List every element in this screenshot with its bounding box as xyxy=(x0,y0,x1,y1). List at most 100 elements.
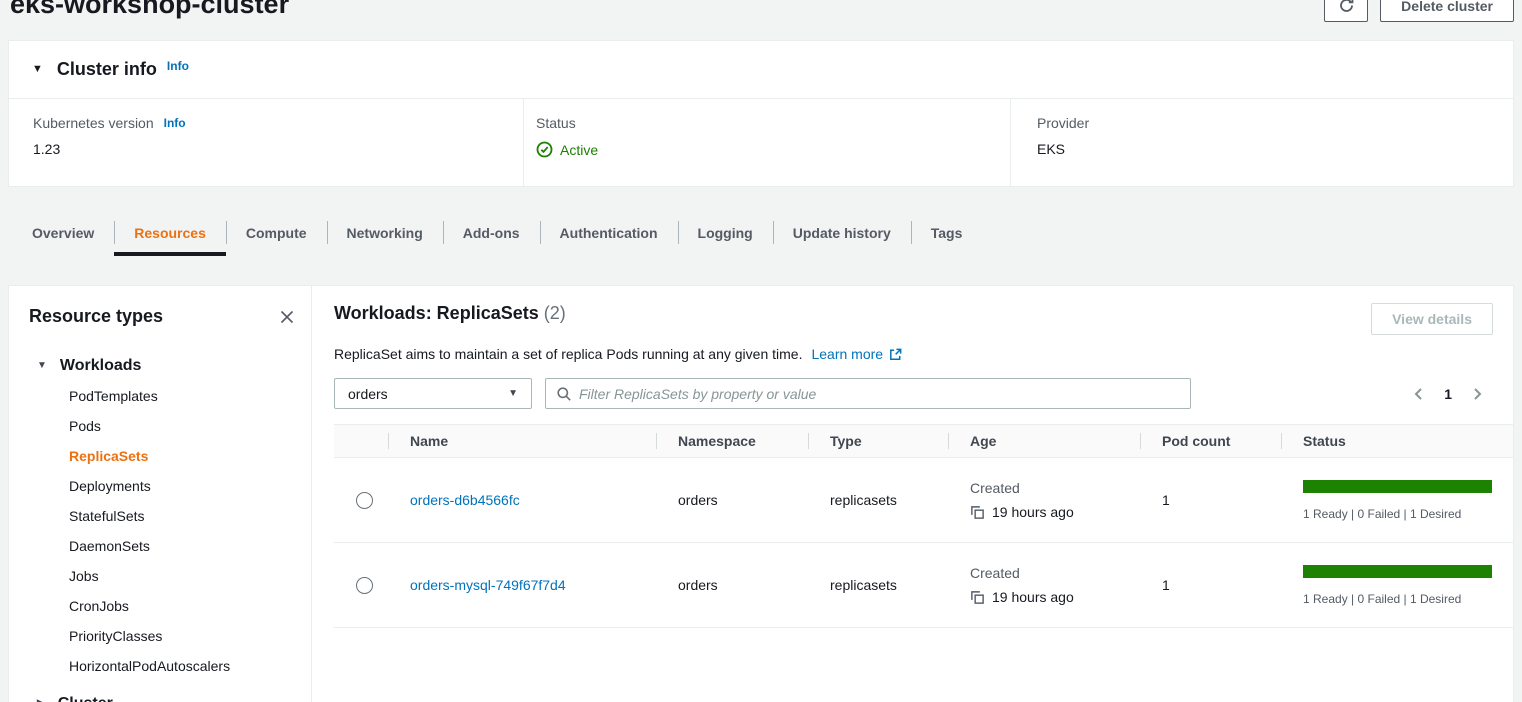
age-created-label: Created xyxy=(970,480,1140,496)
replicaset-name-link[interactable]: orders-d6b4566fc xyxy=(410,492,520,508)
tab-overview[interactable]: Overview xyxy=(12,209,114,256)
tab-authentication[interactable]: Authentication xyxy=(540,209,678,256)
header-namespace: Namespace xyxy=(656,425,808,457)
copy-icon[interactable] xyxy=(970,505,985,520)
close-icon xyxy=(279,309,295,325)
search-box xyxy=(545,378,1191,409)
header-select-column xyxy=(334,425,388,457)
cluster-tabs: Overview Resources Compute Networking Ad… xyxy=(8,209,982,256)
replicaset-name-link[interactable]: orders-mysql-749f67f7d4 xyxy=(410,577,566,593)
age-value: 19 hours ago xyxy=(992,589,1074,605)
status-label: Status xyxy=(536,115,576,131)
tab-add-ons[interactable]: Add-ons xyxy=(443,209,540,256)
tree-group-workloads[interactable]: ▼ Workloads xyxy=(29,351,297,381)
tree-group-cluster[interactable]: ▶ Cluster xyxy=(29,689,297,702)
cell-type: replicasets xyxy=(808,577,948,593)
search-icon xyxy=(556,386,572,402)
table-row: orders-mysql-749f67f7d4 orders replicase… xyxy=(334,543,1513,628)
tab-logging[interactable]: Logging xyxy=(678,209,773,256)
status-text: 1 Ready | 0 Failed | 1 Desired xyxy=(1303,592,1492,606)
sidebar-item-daemonsets[interactable]: DaemonSets xyxy=(29,531,297,561)
kubernetes-version-info-link[interactable]: Info xyxy=(164,116,186,130)
cell-status: 1 Ready | 0 Failed | 1 Desired xyxy=(1281,565,1513,606)
main-title-text: Workloads: ReplicaSets xyxy=(334,303,539,323)
page-number[interactable]: 1 xyxy=(1444,386,1452,402)
replicaset-description: ReplicaSet aims to maintain a set of rep… xyxy=(334,346,802,362)
tab-resources[interactable]: Resources xyxy=(114,209,226,256)
copy-icon[interactable] xyxy=(970,590,985,605)
header-type: Type xyxy=(808,425,948,457)
header-status: Status xyxy=(1281,425,1513,457)
status-value: Active xyxy=(560,142,598,158)
cell-namespace: orders xyxy=(656,577,808,593)
sidebar-item-pods[interactable]: Pods xyxy=(29,411,297,441)
delete-cluster-button[interactable]: Delete cluster xyxy=(1380,0,1514,22)
age-created-label: Created xyxy=(970,565,1140,581)
cell-age: Created 19 hours ago xyxy=(948,565,1140,605)
sidebar-item-jobs[interactable]: Jobs xyxy=(29,561,297,591)
tab-compute[interactable]: Compute xyxy=(226,209,327,256)
cluster-info-section: ▼ Cluster info Info Kubernetes version I… xyxy=(8,40,1514,187)
cluster-info-title: Cluster info xyxy=(57,59,157,80)
cell-pod-count: 1 xyxy=(1140,577,1281,593)
cell-pod-count: 1 xyxy=(1140,492,1281,508)
kubernetes-version-field: Kubernetes version Info 1.23 xyxy=(9,99,523,186)
cell-type: replicasets xyxy=(808,492,948,508)
learn-more-link[interactable]: Learn more xyxy=(811,346,903,362)
sidebar-close-button[interactable] xyxy=(277,307,297,327)
status-text: 1 Ready | 0 Failed | 1 Desired xyxy=(1303,507,1492,521)
sidebar-item-horizontalpodautoscalers[interactable]: HorizontalPodAutoscalers xyxy=(29,651,297,681)
tree-group-label: Workloads xyxy=(60,357,142,375)
main-title: Workloads: ReplicaSets (2) xyxy=(334,303,566,324)
age-value: 19 hours ago xyxy=(992,504,1074,520)
row-radio[interactable] xyxy=(356,492,373,509)
namespace-filter-dropdown[interactable]: orders ▼ xyxy=(334,378,532,409)
status-ok-icon xyxy=(536,141,553,158)
status-bar xyxy=(1303,565,1492,578)
cell-age: Created 19 hours ago xyxy=(948,480,1140,520)
dropdown-value: orders xyxy=(348,386,388,402)
status-bar xyxy=(1303,480,1492,493)
next-page-button[interactable] xyxy=(1469,386,1485,402)
chevron-left-icon xyxy=(1411,386,1427,402)
sidebar-item-podtemplates[interactable]: PodTemplates xyxy=(29,381,297,411)
refresh-button[interactable] xyxy=(1324,0,1368,22)
tab-tags[interactable]: Tags xyxy=(911,209,983,256)
tab-update-history[interactable]: Update history xyxy=(773,209,911,256)
pagination: 1 xyxy=(1411,386,1485,402)
sidebar-item-deployments[interactable]: Deployments xyxy=(29,471,297,501)
search-input[interactable] xyxy=(579,386,1180,402)
resources-panel: Resource types ▼ Workloads PodTemplates … xyxy=(8,285,1514,702)
tree-group-label: Cluster xyxy=(58,695,113,702)
kubernetes-version-label: Kubernetes version xyxy=(33,115,154,131)
replicasets-table: Name Namespace Type Age Pod count Status… xyxy=(334,424,1513,628)
replicasets-main: Workloads: ReplicaSets (2) View details … xyxy=(312,286,1513,702)
external-link-icon xyxy=(888,347,903,362)
collapse-caret-icon[interactable]: ▼ xyxy=(32,64,43,75)
row-radio[interactable] xyxy=(356,577,373,594)
chevron-down-icon: ▼ xyxy=(508,389,518,399)
header-pod-count: Pod count xyxy=(1140,425,1281,457)
page-title: eks-workshop-cluster xyxy=(10,0,289,20)
tab-networking[interactable]: Networking xyxy=(327,209,443,256)
learn-more-label: Learn more xyxy=(811,346,883,362)
sidebar-item-statefulsets[interactable]: StatefulSets xyxy=(29,501,297,531)
cluster-info-info-link[interactable]: Info xyxy=(167,59,189,73)
status-field: Status Active xyxy=(523,99,1010,186)
provider-label: Provider xyxy=(1037,115,1089,131)
header-actions: Delete cluster xyxy=(1324,0,1514,22)
table-header-row: Name Namespace Type Age Pod count Status xyxy=(334,424,1513,458)
provider-value: EKS xyxy=(1037,141,1513,157)
header-name: Name xyxy=(388,425,656,457)
previous-page-button[interactable] xyxy=(1411,386,1427,402)
resource-tree: ▼ Workloads PodTemplates Pods ReplicaSet… xyxy=(29,351,297,702)
cell-status: 1 Ready | 0 Failed | 1 Desired xyxy=(1281,480,1513,521)
cluster-info-body: Kubernetes version Info 1.23 Status Acti… xyxy=(9,99,1513,186)
view-details-button[interactable]: View details xyxy=(1371,303,1493,335)
sidebar-item-cronjobs[interactable]: CronJobs xyxy=(29,591,297,621)
sidebar-item-priorityclasses[interactable]: PriorityClasses xyxy=(29,621,297,651)
table-row: orders-d6b4566fc orders replicasets Crea… xyxy=(334,458,1513,543)
sidebar-item-replicasets[interactable]: ReplicaSets xyxy=(29,441,297,471)
result-count: (2) xyxy=(544,303,566,323)
chevron-right-icon xyxy=(1469,386,1485,402)
